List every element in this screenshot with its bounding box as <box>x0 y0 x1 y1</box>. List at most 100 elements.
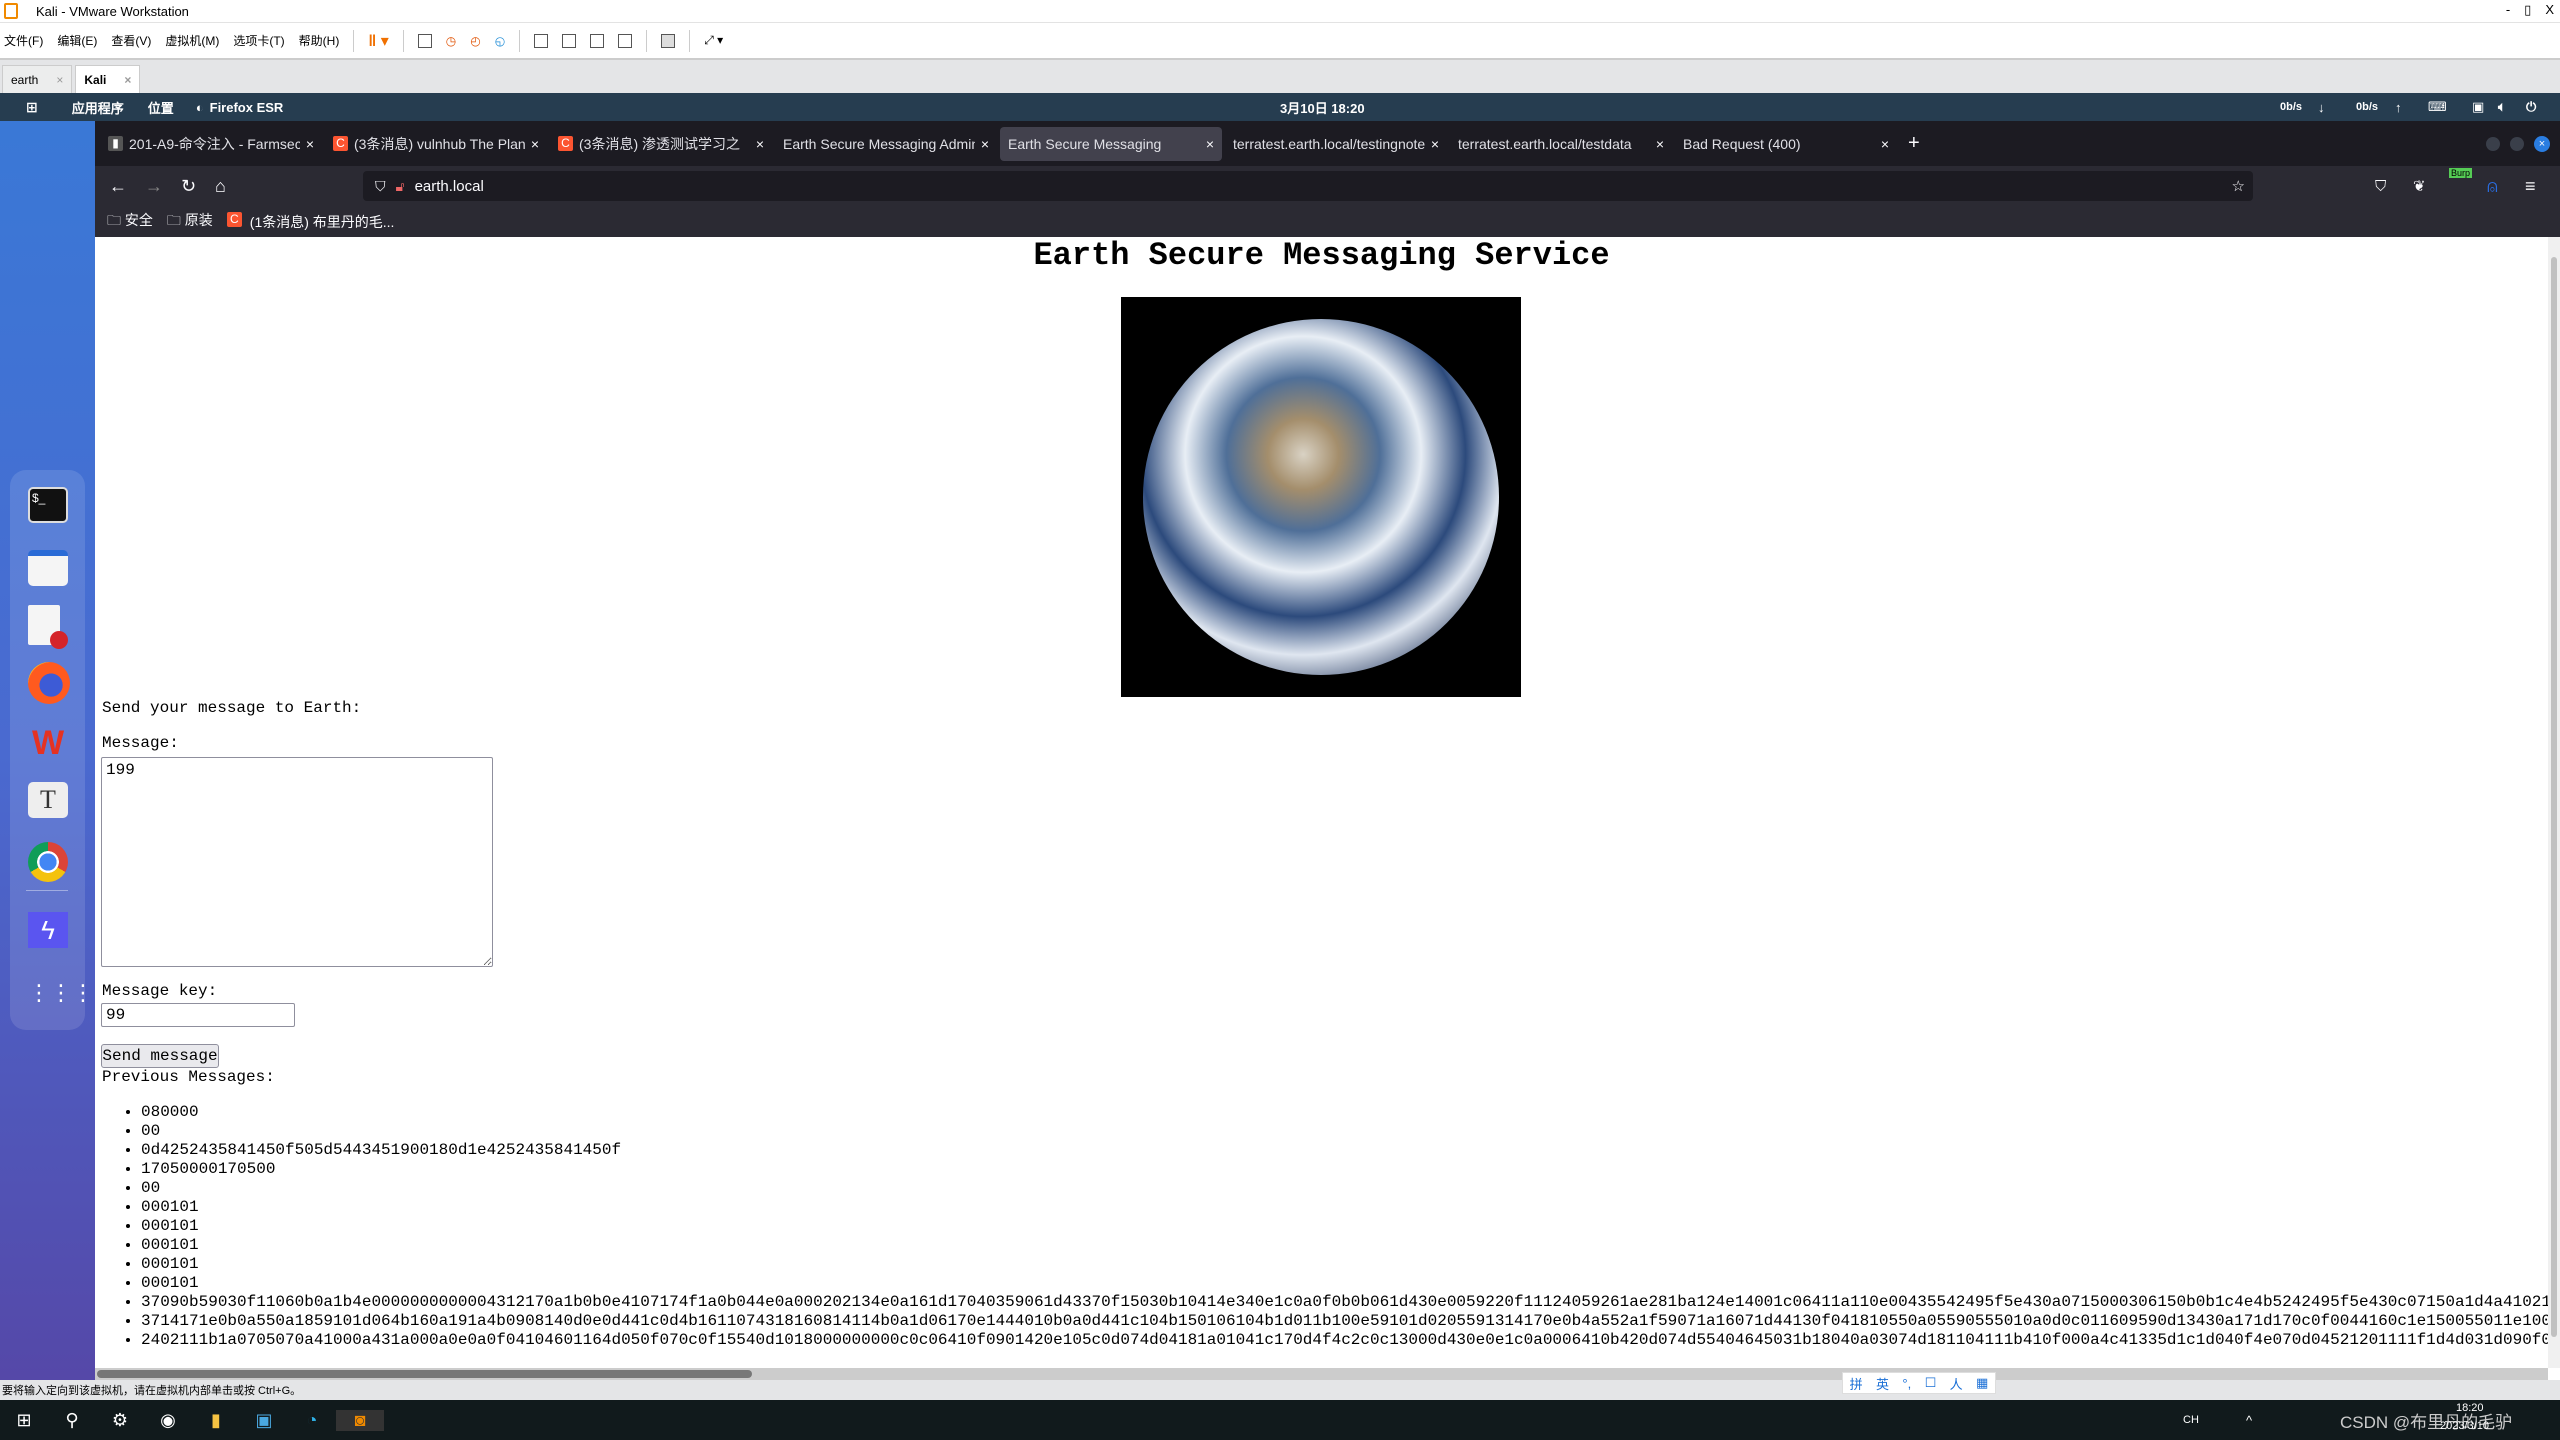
close-tab-icon[interactable]: × <box>981 136 989 152</box>
window-close-button[interactable]: × <box>2534 135 2550 152</box>
file-explorer-icon[interactable]: ▮ <box>192 1410 240 1431</box>
clock[interactable]: 3月10日 18:20 <box>1280 98 1365 117</box>
browser-tab[interactable]: terratest.earth.local/testdata × <box>1450 127 1672 161</box>
firefox-panel-label[interactable]: Firefox ESR <box>210 100 284 115</box>
clock-date[interactable]: 2023/3/10 <box>2440 1420 2489 1432</box>
menu-vm[interactable]: 虚拟机(M) <box>165 32 219 49</box>
close-tab-icon[interactable]: × <box>1431 136 1439 152</box>
browser-tab[interactable]: C (3条消息) vulnhub The Planets × <box>325 127 547 161</box>
chrome-icon[interactable] <box>28 842 68 882</box>
thumbnail-icon[interactable] <box>562 33 577 48</box>
close-tab-icon[interactable]: × <box>1881 136 1889 152</box>
menu-icon[interactable]: ≡ <box>2525 176 2536 197</box>
vm-tab-kali[interactable]: Kali × <box>75 65 141 93</box>
forward-button[interactable]: → <box>145 176 163 197</box>
home-button[interactable]: ⌂ <box>215 176 226 197</box>
close-tab-icon[interactable]: × <box>1206 136 1214 152</box>
wps-office-icon[interactable]: W <box>28 725 68 761</box>
console-icon[interactable] <box>661 33 676 48</box>
reload-button[interactable]: ↻ <box>181 176 196 197</box>
volume-icon[interactable]: 🔈︎ <box>2498 99 2506 115</box>
menu-view[interactable]: 查看(V) <box>111 32 151 49</box>
language-indicator[interactable]: CH <box>2183 1414 2199 1426</box>
browser-tab[interactable]: Bad Request (400) × <box>1675 127 1897 161</box>
close-tab-icon[interactable]: × <box>756 136 764 152</box>
app-icon[interactable]: ◉ <box>144 1410 192 1431</box>
ime-button[interactable]: ▦ <box>1976 1375 1988 1391</box>
menu-edit[interactable]: 编辑(E) <box>57 32 97 49</box>
burp-suite-icon[interactable]: ϟ <box>28 912 68 948</box>
unity-icon[interactable] <box>618 33 633 48</box>
minimize-button[interactable]: - <box>2506 2 2510 18</box>
power-icon[interactable]: ⏻ <box>2526 99 2536 115</box>
pocket-icon[interactable]: ⛉ <box>2375 178 2386 195</box>
bookmark-csdn[interactable]: C (1条消息) 布里丹的毛... <box>226 211 394 232</box>
stretch-icon[interactable]: ⤢ ▾ <box>704 33 723 48</box>
new-tab-button[interactable]: + <box>1908 132 1920 155</box>
applications-menu[interactable]: 应用程序 <box>72 98 124 117</box>
close-tab-icon[interactable]: × <box>1656 136 1664 152</box>
places-menu[interactable]: 位置 <box>148 98 174 117</box>
ime-button[interactable]: 英 <box>1876 1374 1889 1393</box>
bookmark-folder-safe[interactable]: 🗀︎ 安全 <box>107 210 153 234</box>
account-icon[interactable]: ⍝ <box>2487 176 2498 197</box>
file-manager-icon[interactable] <box>28 550 68 586</box>
revert-snapshot-icon[interactable]: ◴ <box>470 34 480 48</box>
close-tab-icon[interactable]: × <box>306 136 314 152</box>
fullscreen-icon[interactable] <box>590 33 605 48</box>
send-message-button[interactable]: Send message <box>101 1044 219 1068</box>
ime-button[interactable]: °, <box>1902 1376 1911 1391</box>
snapshot-icon[interactable]: ◷ <box>446 34 456 48</box>
clock-time[interactable]: 18:20 <box>2456 1402 2484 1414</box>
typora-icon[interactable]: T <box>28 782 68 818</box>
display-icon[interactable]: ▣ <box>2472 99 2484 115</box>
terminal-icon[interactable]: $_ <box>28 487 68 523</box>
burp-extension-icon[interactable]: Burp <box>2449 168 2473 178</box>
shield-icon[interactable]: ⛉ <box>375 178 386 195</box>
ime-button[interactable]: 人 <box>1950 1374 1963 1393</box>
pause-icon[interactable]: ‖ ▾ <box>368 31 388 51</box>
app-grid-icon[interactable]: ⊞ <box>26 99 38 116</box>
close-icon[interactable]: × <box>124 73 131 87</box>
app-icon[interactable]: ▣ <box>240 1410 288 1431</box>
vmware-icon[interactable]: ◙ <box>336 1409 384 1431</box>
message-textarea[interactable] <box>101 757 493 967</box>
start-icon[interactable]: ⊞ <box>0 1410 48 1431</box>
firefox-icon[interactable] <box>28 662 70 704</box>
send-ctrl-alt-del-icon[interactable] <box>417 33 432 48</box>
search-icon[interactable]: ⚲ <box>48 1410 96 1431</box>
horizontal-scrollbar[interactable] <box>95 1368 2548 1380</box>
close-icon[interactable]: × <box>56 73 63 87</box>
ime-button[interactable]: 拼 <box>1850 1374 1863 1393</box>
vertical-scrollbar[interactable] <box>2548 237 2560 1368</box>
menu-help[interactable]: 帮助(H) <box>299 32 340 49</box>
ime-button[interactable]: ☐ <box>1925 1375 1937 1391</box>
keyboard-icon[interactable]: ⌨ <box>2428 99 2447 115</box>
insecure-lock-icon[interactable]: 🔓︎ <box>396 178 405 195</box>
tray-chevron-icon[interactable]: ^ <box>2246 1413 2252 1428</box>
browser-tab[interactable]: terratest.earth.local/testingnotes × <box>1225 127 1447 161</box>
settings-icon[interactable]: ⚙ <box>96 1410 144 1431</box>
maximize-button[interactable]: ▯ <box>2524 2 2531 18</box>
close-tab-icon[interactable]: × <box>531 136 539 152</box>
menu-tabs[interactable]: 选项卡(T) <box>233 32 284 49</box>
menu-file[interactable]: 文件(F) <box>4 32 43 49</box>
text-editor-icon[interactable] <box>28 605 68 649</box>
extension-foot-icon[interactable]: ❦ <box>2413 177 2426 195</box>
window-maximize-button[interactable] <box>2510 136 2524 151</box>
browser-tab-active[interactable]: Earth Secure Messaging × <box>1000 126 1222 161</box>
library-icon[interactable] <box>534 33 549 48</box>
browser-tab[interactable]: ▮ 201-A9-命令注入 - Farmsec × <box>100 127 322 161</box>
browser-tab[interactable]: Earth Secure Messaging Admin × <box>775 127 997 161</box>
url-text[interactable]: earth.local <box>415 178 484 195</box>
show-apps-icon[interactable]: ⋮⋮⋮ <box>28 975 94 1011</box>
message-key-input[interactable] <box>101 1003 295 1027</box>
bookmark-star-icon[interactable]: ☆ <box>2232 177 2245 195</box>
browser-tab[interactable]: C (3条消息) 渗透测试学习之 × <box>550 127 772 161</box>
snapshot-manager-icon[interactable]: ◵ <box>495 34 505 48</box>
bookmark-folder-original[interactable]: 🗀︎ 原装 <box>167 210 213 234</box>
vm-tab-earth[interactable]: earth × <box>2 65 73 93</box>
edge-icon[interactable]: ◔ <box>288 1410 336 1431</box>
window-minimize-button[interactable] <box>2486 136 2500 151</box>
url-bar[interactable]: ⛉ 🔓︎ earth.local ☆ <box>363 171 2253 201</box>
